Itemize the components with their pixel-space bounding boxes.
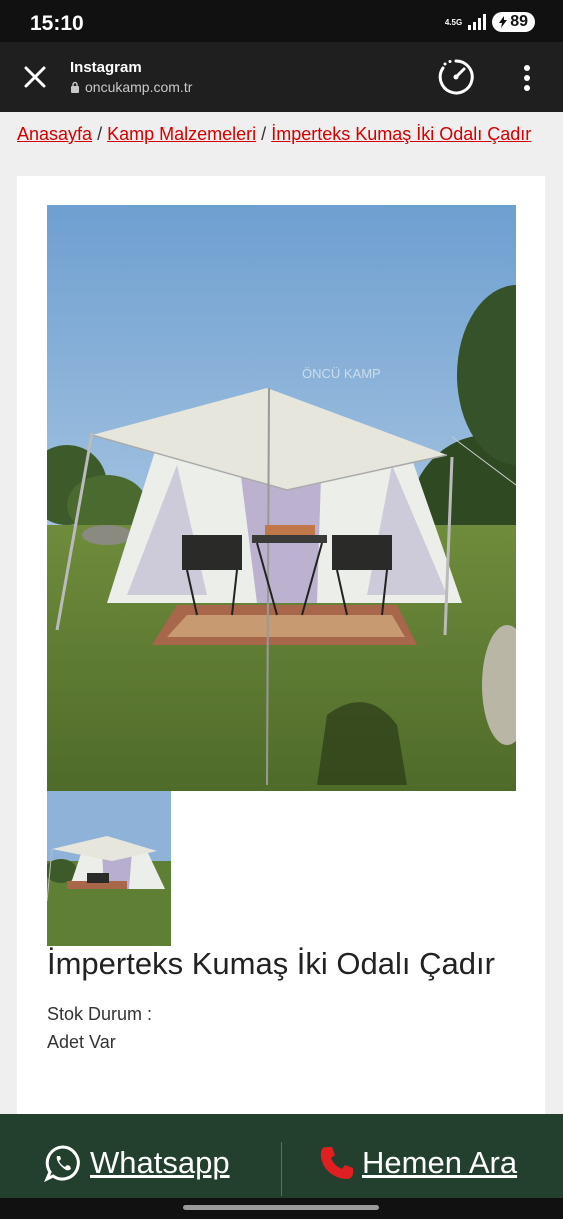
url-text: oncukamp.com.tr <box>85 79 193 95</box>
close-button[interactable] <box>22 64 48 90</box>
whatsapp-label: Whatsapp <box>90 1145 230 1180</box>
whatsapp-button[interactable]: Whatsapp <box>44 1144 230 1182</box>
browser-toolbar: Instagram oncukamp.com.tr <box>0 42 563 112</box>
product-thumbnail[interactable] <box>47 791 171 946</box>
more-menu-button[interactable] <box>518 63 536 93</box>
product-title: İmperteks Kumaş İki Odalı Çadır <box>47 946 495 981</box>
stock-value: Adet Var <box>47 1032 116 1052</box>
breadcrumb: Anasayfa / Kamp Malzemeleri / İmperteks … <box>17 120 537 148</box>
close-icon <box>24 66 46 88</box>
status-icons: 4.5G 89 <box>445 12 535 32</box>
navigation-gesture-area <box>0 1198 563 1219</box>
signal-icon <box>468 14 487 30</box>
contact-action-bar: Whatsapp Hemen Ara <box>0 1114 563 1198</box>
status-time: 15:10 <box>30 12 84 35</box>
product-card: ÖNCÜ KAMP İmperteks Kumaş İki Odalı Çadı… <box>17 176 545 1116</box>
breadcrumb-home[interactable]: Anasayfa <box>17 124 92 144</box>
battery-icon: 89 <box>492 12 535 32</box>
lock-icon <box>71 81 79 93</box>
call-label: Hemen Ara <box>362 1145 518 1180</box>
breadcrumb-category[interactable]: Kamp Malzemeleri <box>107 124 256 144</box>
whatsapp-icon <box>44 1145 80 1182</box>
speedometer-button[interactable] <box>437 58 475 96</box>
page-content: Anasayfa / Kamp Malzemeleri / İmperteks … <box>0 112 563 1116</box>
image-watermark: ÖNCÜ KAMP <box>302 366 381 381</box>
speedometer-icon <box>438 59 474 95</box>
network-type: 4.5G <box>444 17 463 27</box>
breadcrumb-separator: / <box>97 124 103 144</box>
breadcrumb-product[interactable]: İmperteks Kumaş İki Odalı Çadır <box>271 124 531 144</box>
home-gesture-handle[interactable] <box>183 1205 379 1210</box>
status-bar: 15:10 4.5G 89 <box>0 0 563 42</box>
breadcrumb-separator: / <box>261 124 267 144</box>
battery-level: 89 <box>510 13 528 30</box>
browser-title: Instagram <box>70 59 142 76</box>
call-button[interactable]: Hemen Ara <box>318 1144 517 1182</box>
product-main-image[interactable]: ÖNCÜ KAMP <box>47 205 516 791</box>
more-vertical-icon <box>524 65 530 91</box>
phone-icon <box>320 1147 353 1179</box>
action-divider <box>281 1142 282 1196</box>
stock-label: Stok Durum : <box>47 1004 153 1024</box>
browser-url[interactable]: oncukamp.com.tr <box>70 79 192 95</box>
